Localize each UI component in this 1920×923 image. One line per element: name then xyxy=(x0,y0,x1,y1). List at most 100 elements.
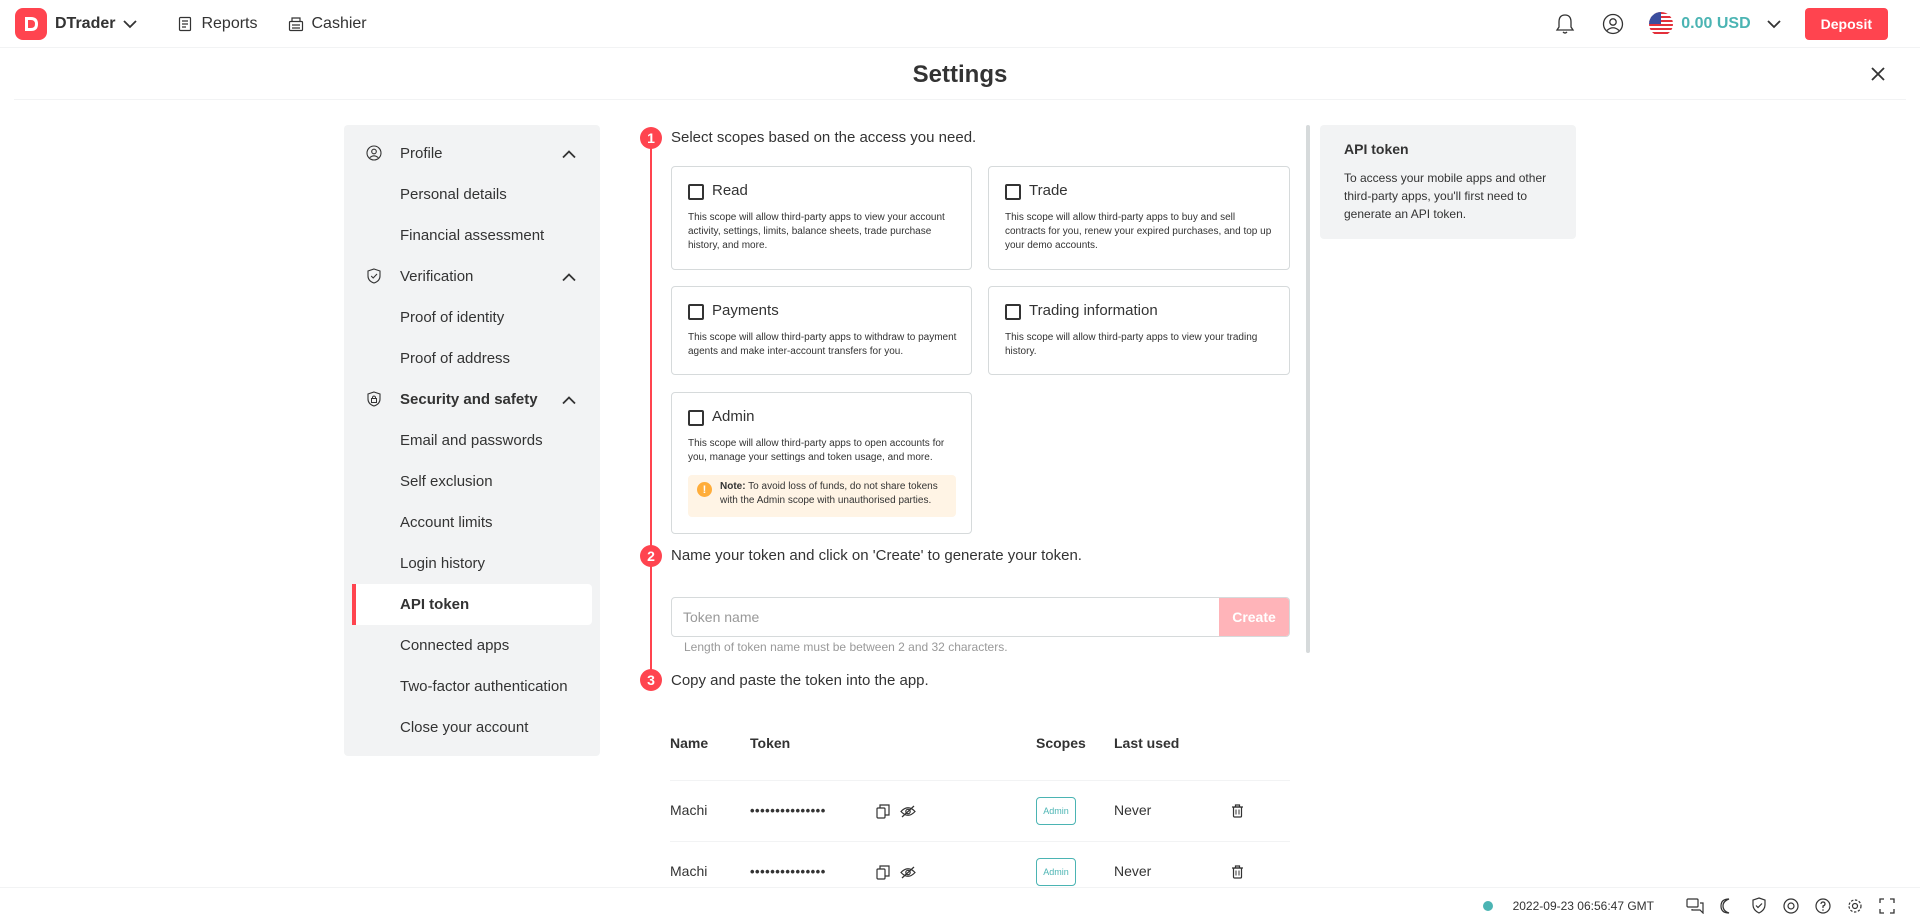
nav-cashier[interactable]: Cashier xyxy=(288,15,367,33)
account-balance: 0.00 USD xyxy=(1681,15,1751,32)
chevron-down-icon xyxy=(1767,19,1781,29)
help-icon[interactable] xyxy=(1814,897,1832,915)
scope-description: This scope will allow third-party apps t… xyxy=(688,332,957,357)
sidebar-item-personal-details[interactable]: Personal details xyxy=(344,174,600,215)
scope-card-admin[interactable]: Admin This scope will allow third-party … xyxy=(671,392,972,534)
scope-card-read[interactable]: Read This scope will allow third-party a… xyxy=(671,166,972,270)
scope-card-payments[interactable]: Payments This scope will allow third-par… xyxy=(671,286,972,375)
read-checkbox[interactable] xyxy=(688,184,704,200)
sidebar-group-profile[interactable]: Profile xyxy=(344,133,600,174)
token-row-last-used: Never xyxy=(1114,863,1152,879)
scope-title: Trading information xyxy=(1029,302,1158,319)
sidebar-item-self-exclusion[interactable]: Self exclusion xyxy=(344,461,600,502)
scope-description: This scope will allow third-party apps t… xyxy=(1005,212,1272,251)
note-label: Note: xyxy=(720,481,746,492)
sidebar-group-label: Security and safety xyxy=(400,391,538,408)
chevron-up-icon xyxy=(562,146,576,164)
sidebar-item-connected-apps[interactable]: Connected apps xyxy=(344,625,600,666)
eye-off-icon[interactable] xyxy=(900,805,916,823)
network-status-indicator[interactable] xyxy=(1482,900,1493,911)
chevron-down-icon xyxy=(123,19,138,29)
trading-information-checkbox[interactable] xyxy=(1005,304,1021,320)
cashier-icon xyxy=(288,16,303,31)
nav-reports-label: Reports xyxy=(201,14,258,32)
nav-reports[interactable]: Reports xyxy=(177,14,258,33)
chevron-up-icon xyxy=(562,269,576,287)
close-icon[interactable] xyxy=(1868,64,1888,84)
account-switcher[interactable]: 0.00 USD xyxy=(1649,12,1781,36)
sidebar-item-financial-assessment[interactable]: Financial assessment xyxy=(344,215,600,256)
sidebar-group-label: Profile xyxy=(400,145,443,162)
scope-description: This scope will allow third-party apps t… xyxy=(1005,332,1258,357)
note-text: To avoid loss of funds, do not share tok… xyxy=(720,481,938,506)
trade-checkbox[interactable] xyxy=(1005,184,1021,200)
create-token-button[interactable]: Create xyxy=(1219,598,1289,636)
scope-description: This scope will allow third-party apps t… xyxy=(688,438,945,463)
profile-icon xyxy=(366,145,382,166)
shield-check-icon xyxy=(366,268,382,289)
step-text: Name your token and click on 'Create' to… xyxy=(671,547,1082,564)
reports-icon xyxy=(179,16,192,31)
token-row-value: ••••••••••••••• xyxy=(750,864,826,879)
nav-cashier-label: Cashier xyxy=(311,14,367,32)
column-header-last-used: Last used xyxy=(1114,735,1180,751)
table-divider xyxy=(670,841,1290,842)
step-text: Select scopes based on the access you ne… xyxy=(671,129,977,146)
notifications-bell-icon[interactable] xyxy=(1553,12,1577,36)
token-name-hint: Length of token name must be between 2 a… xyxy=(684,640,1008,654)
sidebar-item-email-and-passwords[interactable]: Email and passwords xyxy=(344,420,600,461)
us-flag-icon xyxy=(1649,12,1674,36)
admin-warning-note: ! Note: To avoid loss of funds, do not s… xyxy=(688,475,956,517)
settings-header: Settings xyxy=(14,48,1906,100)
delete-icon[interactable] xyxy=(1231,865,1244,884)
eye-off-icon[interactable] xyxy=(900,866,916,884)
sidebar-item-login-history[interactable]: Login history xyxy=(344,543,600,584)
steps-timeline xyxy=(650,137,652,681)
brand-name: DTrader xyxy=(55,14,116,32)
chat-icon[interactable] xyxy=(1686,897,1704,915)
account-settings-icon[interactable] xyxy=(1601,12,1625,36)
token-row-last-used: Never xyxy=(1114,802,1152,818)
deposit-button[interactable]: Deposit xyxy=(1804,8,1888,40)
payments-checkbox[interactable] xyxy=(688,304,704,320)
scope-card-trade[interactable]: Trade This scope will allow third-party … xyxy=(988,166,1290,270)
column-header-scopes: Scopes xyxy=(1036,735,1086,751)
step-number: 2 xyxy=(640,545,662,567)
sidebar-item-proof-of-identity[interactable]: Proof of identity xyxy=(344,297,600,338)
sidebar-group-verification[interactable]: Verification xyxy=(344,256,600,297)
sidebar-item-account-limits[interactable]: Account limits xyxy=(344,502,600,543)
delete-icon[interactable] xyxy=(1231,804,1244,823)
app-switcher[interactable]: DTrader xyxy=(15,0,138,48)
admin-checkbox[interactable] xyxy=(688,410,704,426)
responsible-trading-icon[interactable] xyxy=(1750,897,1768,915)
token-row-name: Machi xyxy=(670,802,708,818)
sidebar-item-api-token[interactable]: API token xyxy=(352,584,592,625)
scope-card-trading-information[interactable]: Trading information This scope will allo… xyxy=(988,286,1290,375)
help-center-icon[interactable] xyxy=(1782,897,1800,915)
content-scrollbar[interactable] xyxy=(1306,125,1310,653)
theme-icon[interactable] xyxy=(1718,897,1736,915)
scope-title: Read xyxy=(712,182,748,199)
info-title: API token xyxy=(1344,141,1409,157)
sidebar-item-close-your-account[interactable]: Close your account xyxy=(344,707,600,748)
token-name-input[interactable] xyxy=(672,598,1219,636)
api-token-info-card: API token To access your mobile apps and… xyxy=(1320,125,1576,239)
table-divider xyxy=(670,780,1290,781)
copy-icon[interactable] xyxy=(876,865,890,885)
sidebar-group-security[interactable]: Security and safety xyxy=(344,379,600,420)
step-number: 1 xyxy=(640,127,662,149)
sidebar-item-two-factor-authentication[interactable]: Two-factor authentication xyxy=(344,666,600,707)
settings-icon[interactable] xyxy=(1846,897,1864,915)
column-header-token: Token xyxy=(750,735,791,751)
sidebar-item-proof-of-address[interactable]: Proof of address xyxy=(344,338,600,379)
scope-title: Payments xyxy=(712,302,779,319)
token-row-value: ••••••••••••••• xyxy=(750,803,826,818)
chevron-up-icon xyxy=(562,392,576,410)
dtrader-logo-icon xyxy=(15,7,47,40)
copy-icon[interactable] xyxy=(876,804,890,824)
footer: 2022-09-23 06:56:47 GMT xyxy=(0,887,1920,923)
fullscreen-icon[interactable] xyxy=(1878,897,1896,915)
warning-icon: ! xyxy=(697,482,712,497)
scope-badge: Admin xyxy=(1036,858,1076,886)
scope-title: Trade xyxy=(1029,182,1068,199)
